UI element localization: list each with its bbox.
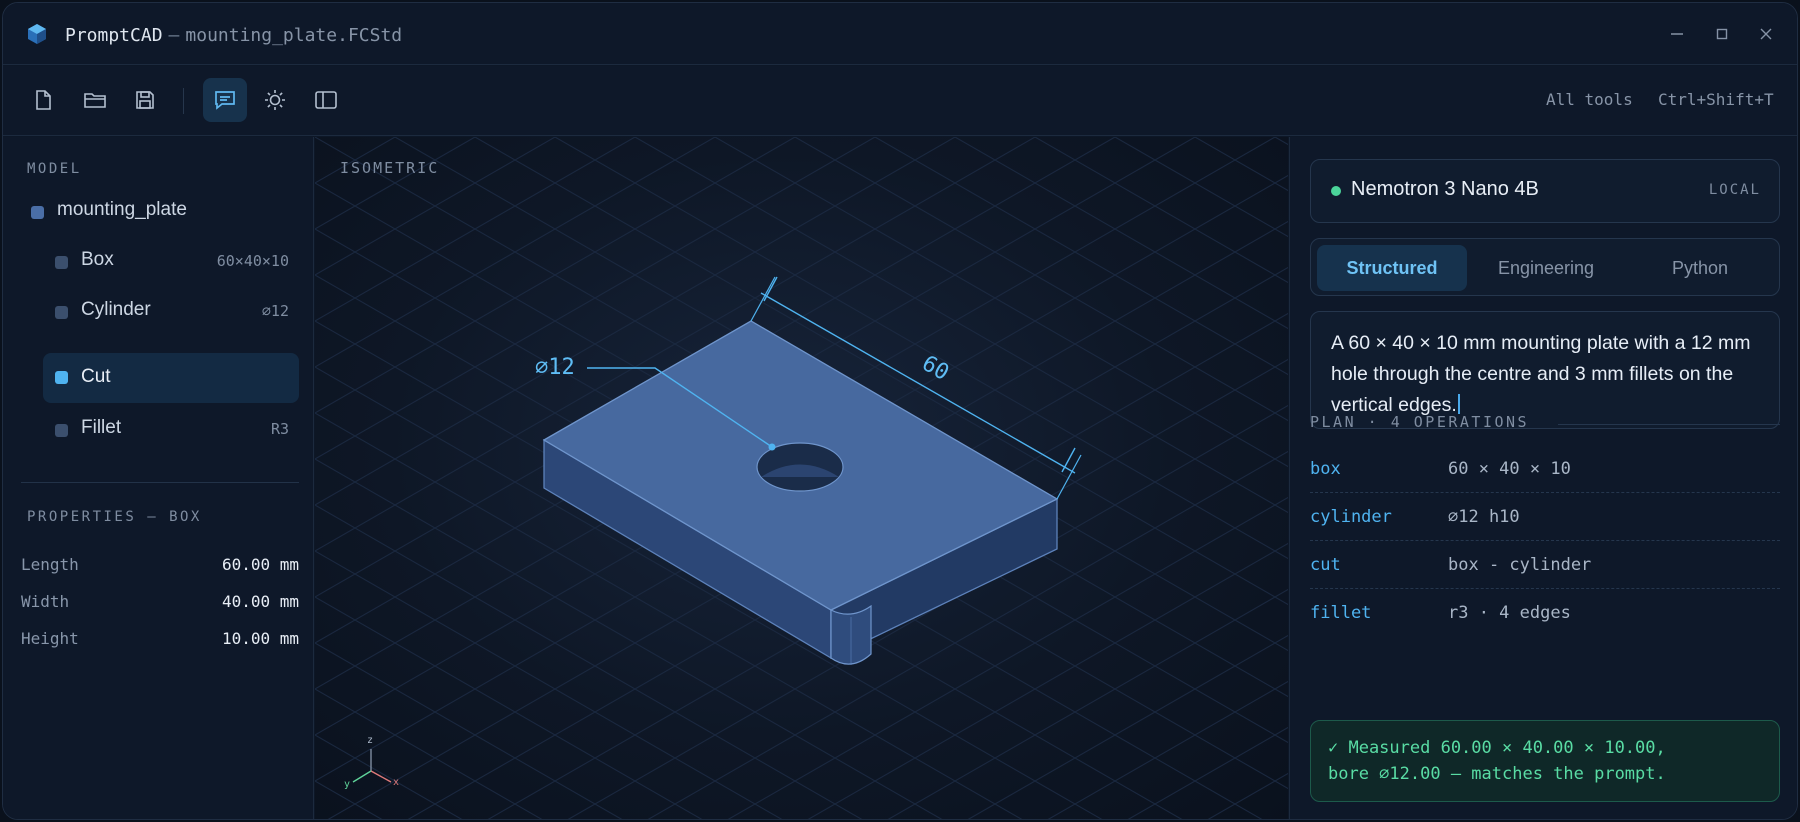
app-name: PromptCAD (65, 25, 163, 46)
theme-button[interactable] (253, 78, 297, 122)
chat-button[interactable] (203, 78, 247, 122)
title-bar: PromptCAD — mounting_plate.FCStd (3, 3, 1797, 65)
chat-icon (215, 91, 235, 110)
save-icon (136, 91, 154, 109)
viewport-canvas (315, 137, 1288, 819)
save-button[interactable] (123, 78, 167, 122)
app-logo-icon (28, 24, 46, 44)
prompt-input[interactable]: A 60 × 40 × 10 mm mounting plate with a … (1310, 311, 1780, 429)
x-axis-label: x (393, 777, 400, 788)
new-file-icon (36, 90, 51, 110)
maximize-button[interactable] (1709, 21, 1735, 47)
open-folder-button[interactable] (73, 78, 117, 122)
property-row-width: Width 40.00 mm (21, 592, 299, 611)
window-title: PromptCAD — mounting_plate.FCStd (65, 25, 402, 46)
close-button[interactable] (1753, 21, 1779, 47)
operation-name: cut (1310, 555, 1341, 575)
prompt-value: A 60 × 40 × 10 mm mounting plate with a … (1331, 332, 1751, 416)
tree-item-label: Fillet (81, 417, 122, 438)
property-row-length: Length 60.00 mm (21, 555, 299, 574)
tree-root[interactable]: mounting_plate (21, 187, 299, 235)
shortcut-hint: Ctrl+Shift+T (1658, 90, 1774, 109)
operation-row[interactable]: cut box - cylinder (1310, 541, 1780, 589)
assistant-panel: Nemotron 3 Nano 4B LOCAL Structured Engi… (1289, 137, 1797, 819)
tree-root-label: mounting_plate (57, 199, 187, 220)
view-label: ISOMETRIC (340, 159, 440, 177)
text-caret (1457, 394, 1460, 414)
properties-section-label: PROPERTIES — BOX (27, 509, 202, 525)
operation-args: box - cylinder (1448, 555, 1592, 575)
tree-item-label: Cylinder (81, 299, 151, 320)
tree-item-label: Cut (81, 366, 111, 387)
new-file-button[interactable] (21, 78, 65, 122)
sun-icon (265, 90, 285, 110)
model-name: Nemotron 3 Nano 4B (1351, 178, 1539, 200)
toolbar-separator (183, 88, 184, 114)
minimize-icon (1671, 33, 1683, 35)
operation-name: box (1310, 459, 1341, 479)
tree-item-dim: 60×40×10 (216, 252, 289, 270)
property-key: Width (21, 592, 70, 611)
verification-line: bore ⌀12.00 — matches the prompt. (1328, 764, 1666, 784)
tab-structured[interactable]: Structured (1317, 245, 1467, 291)
tab-engineering[interactable]: Engineering (1471, 245, 1621, 291)
operation-row[interactable]: fillet r3 · 4 edges (1310, 589, 1780, 637)
property-key: Length (21, 555, 79, 574)
verification-result: ✓ Measured 60.00 × 40.00 × 10.00, bore ⌀… (1310, 720, 1780, 802)
property-value: 60.00 mm (221, 555, 299, 574)
tree-item-label: Box (81, 249, 114, 270)
model-sidebar: MODEL mounting_plate Box 60×40×10 Cylind… (3, 137, 314, 819)
maximize-icon (1716, 28, 1728, 40)
tree-item-cylinder[interactable]: Cylinder ⌀12 (43, 287, 299, 335)
file-name: mounting_plate.FCStd (185, 25, 403, 46)
app-window: PromptCAD — mounting_plate.FCStd All too… (2, 2, 1798, 820)
diameter-label: ⌀12 (535, 355, 575, 380)
z-axis-label: z (367, 735, 374, 746)
operation-row[interactable]: box 60 × 40 × 10 (1310, 445, 1780, 493)
mode-tabs: Structured Engineering Python (1310, 238, 1780, 296)
model-section-label: MODEL (27, 161, 82, 177)
title-separator: — (168, 25, 180, 46)
all-tools-button[interactable]: All tools (1546, 90, 1633, 109)
box-node-icon (55, 256, 68, 269)
operation-name: fillet (1310, 603, 1372, 623)
tree-item-dim: R3 (270, 420, 289, 438)
tab-python[interactable]: Python (1625, 245, 1775, 291)
3d-viewport[interactable]: ISOMETRIC ⌀12 60 z y x (315, 137, 1288, 819)
property-value: 40.00 mm (221, 592, 299, 611)
toggle-panel-button[interactable] (304, 78, 348, 122)
model-tag: LOCAL (1708, 182, 1761, 198)
tree-item-box[interactable]: Box 60×40×10 (43, 237, 299, 285)
operation-args: 60 × 40 × 10 (1448, 459, 1571, 479)
cylinder-node-icon (55, 306, 68, 319)
property-row-height: Height 10.00 mm (21, 629, 299, 648)
status-dot (1331, 186, 1341, 196)
model-selector[interactable]: Nemotron 3 Nano 4B LOCAL (1310, 159, 1780, 223)
prompt-text: A 60 × 40 × 10 mm mounting plate with a … (1331, 328, 1771, 421)
operation-name: cylinder (1310, 507, 1392, 527)
toolbar: All tools Ctrl+Shift+T (3, 66, 1797, 136)
panel-icon (315, 91, 337, 109)
tree-item-dim: ⌀12 (261, 302, 289, 320)
operation-row[interactable]: cylinder ⌀12 h10 (1310, 493, 1780, 541)
minimize-button[interactable] (1664, 21, 1690, 47)
property-key: Height (21, 629, 79, 648)
property-value: 10.00 mm (221, 629, 299, 648)
cut-node-icon (55, 371, 68, 384)
operation-args: r3 · 4 edges (1448, 603, 1571, 623)
root-node-icon (31, 206, 44, 219)
sidebar-divider (21, 482, 299, 483)
tree-item-fillet[interactable]: Fillet R3 (43, 405, 299, 453)
fillet-node-icon (55, 424, 68, 437)
verification-line: ✓ Measured 60.00 × 40.00 × 10.00, (1328, 738, 1666, 758)
open-folder-icon (84, 93, 106, 108)
plan-header: PLAN · 4 OPERATIONS (1310, 413, 1530, 431)
operation-args: ⌀12 h10 (1448, 507, 1520, 527)
verification-text: ✓ Measured 60.00 × 40.00 × 10.00, bore ⌀… (1328, 735, 1666, 787)
tree-item-cut[interactable]: Cut (43, 353, 299, 403)
plan-header-rule (1558, 424, 1780, 425)
y-axis-label: y (344, 779, 351, 790)
close-icon (1760, 28, 1772, 40)
